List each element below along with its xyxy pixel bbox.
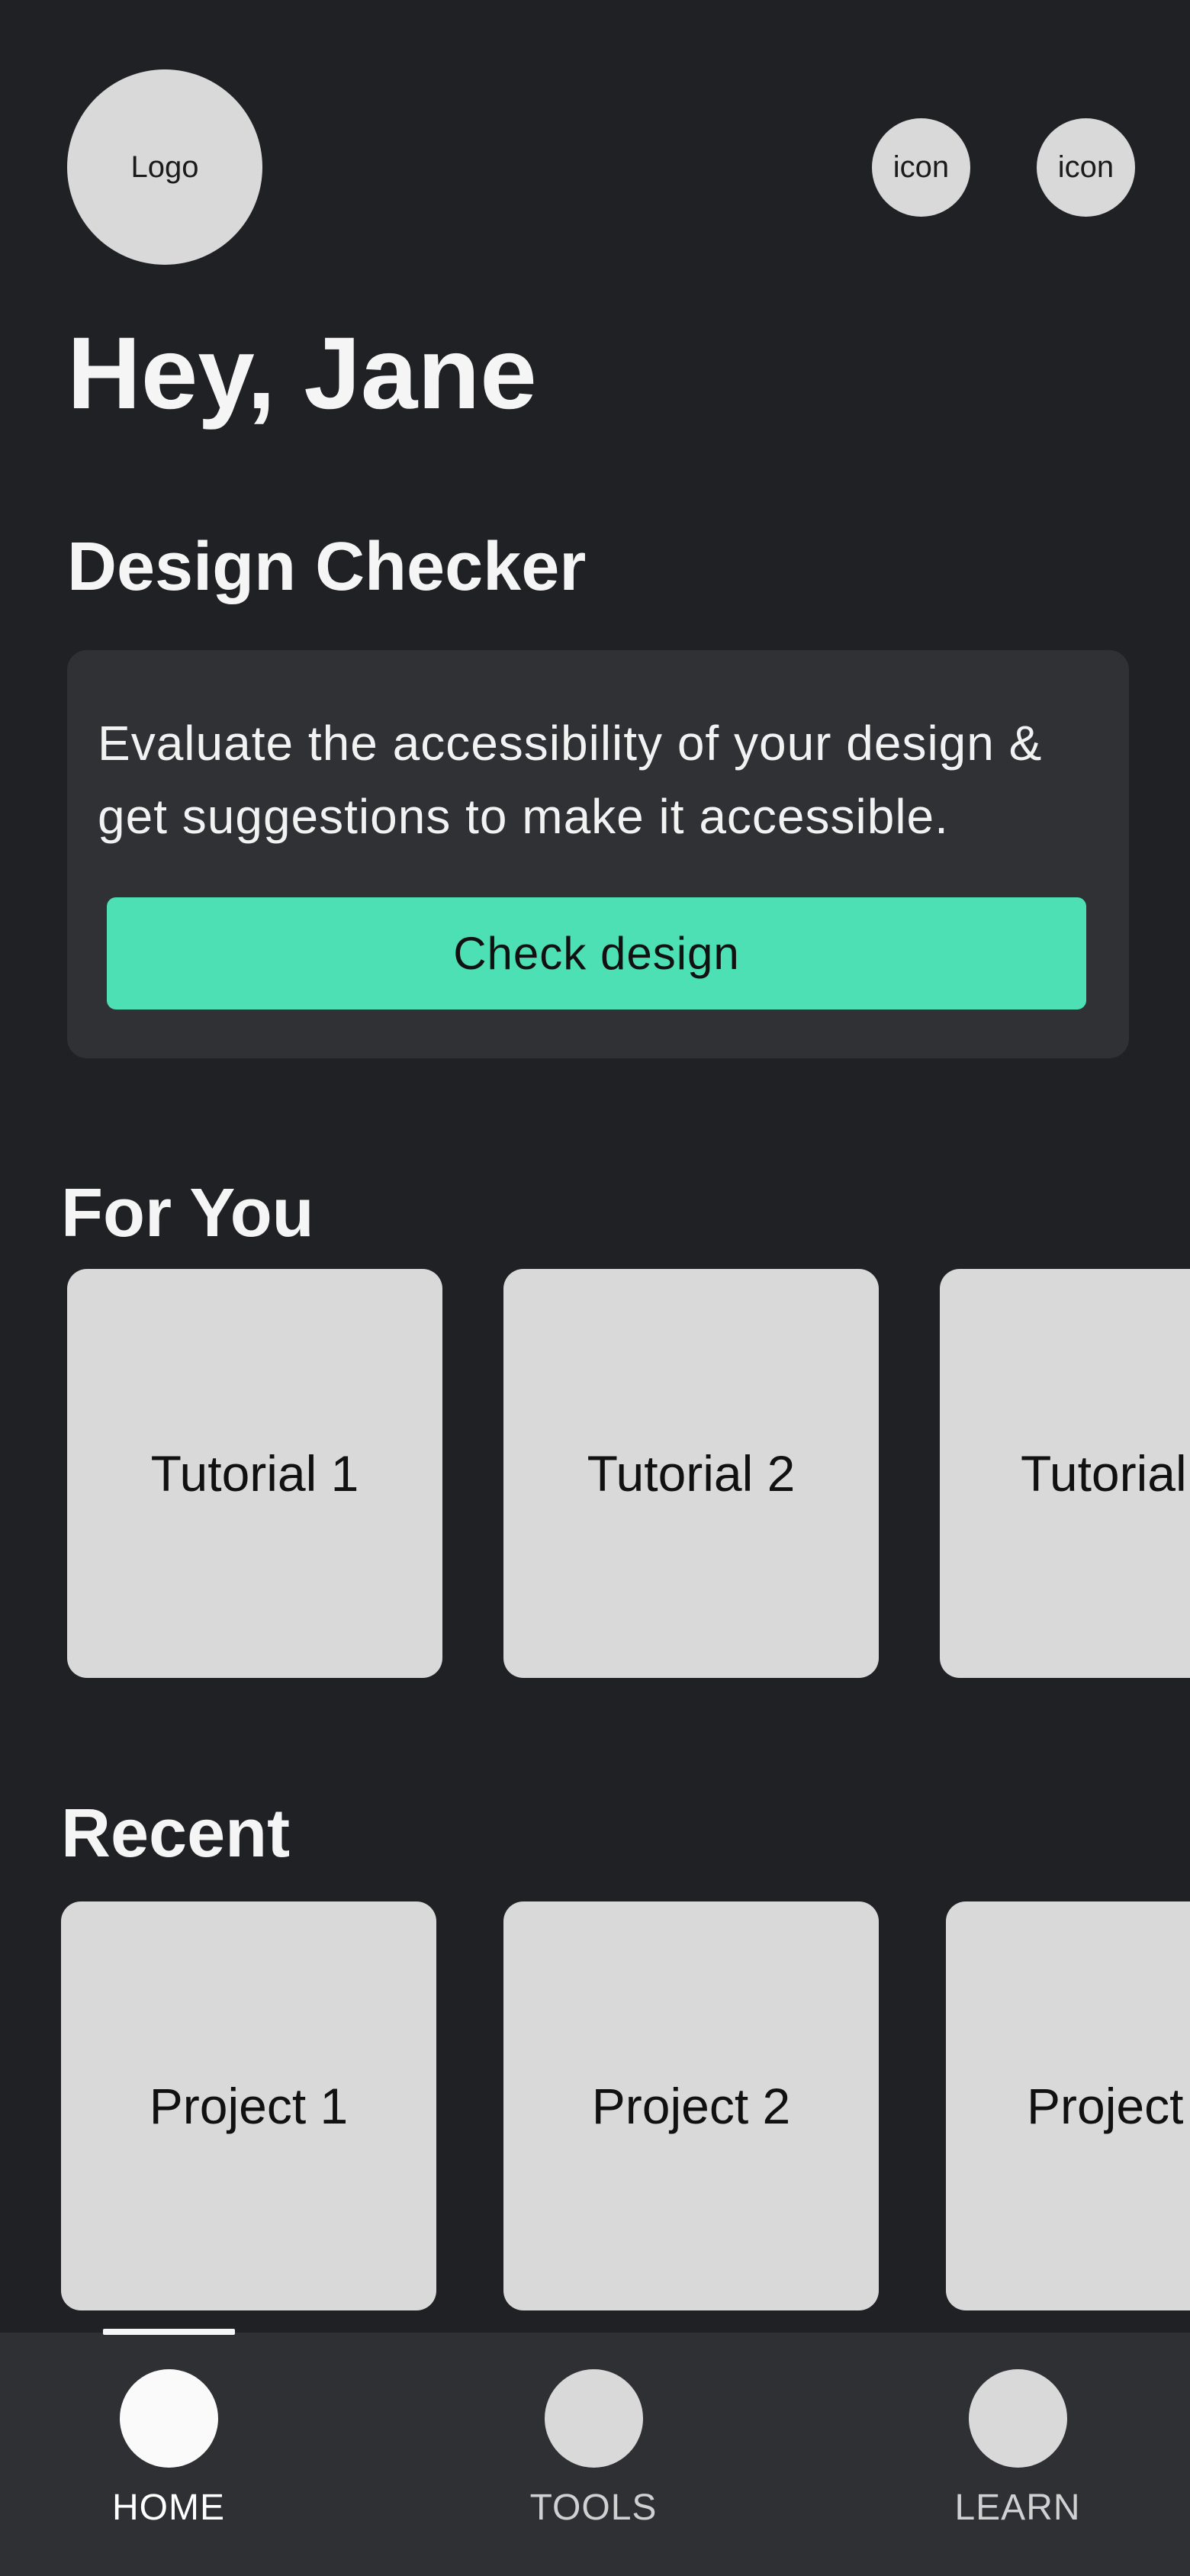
logo: Logo — [67, 69, 262, 265]
project-card-label: Project 1 — [149, 2078, 349, 2134]
nav-item-label: HOME — [112, 2487, 225, 2528]
tools-icon — [545, 2369, 643, 2468]
design-checker-title: Design Checker — [67, 529, 587, 605]
nav-item-tools[interactable]: TOOLS — [479, 2369, 708, 2537]
tutorial-card-label: Tutorial 1 — [150, 1445, 359, 1502]
tutorial-card[interactable]: Tutorial 2 — [503, 1269, 879, 1678]
logo-label: Logo — [130, 150, 199, 184]
nav-item-label: TOOLS — [529, 2487, 658, 2528]
learn-icon — [969, 2369, 1067, 2468]
recent-title: Recent — [61, 1795, 291, 1872]
project-card-label: Project 2 — [591, 2078, 791, 2134]
active-tab-indicator — [103, 2329, 235, 2335]
project-card-label: Project 3 — [1027, 2078, 1190, 2134]
nav-item-label: LEARN — [954, 2487, 1081, 2528]
greeting-heading: Hey, Jane — [67, 317, 537, 430]
project-card[interactable]: Project 1 — [61, 1901, 436, 2310]
placeholder-icon: icon — [892, 150, 950, 184]
tutorial-card-label: Tutorial 2 — [587, 1445, 796, 1502]
home-screen: Logo icon icon Hey, Jane Design Checker … — [0, 0, 1190, 2576]
placeholder-icon: icon — [1057, 150, 1114, 184]
project-card[interactable]: Project 2 — [503, 1901, 879, 2310]
design-checker-description: Evaluate the accessibility of your desig… — [98, 716, 1043, 844]
nav-item-learn[interactable]: LEARN — [903, 2369, 1132, 2537]
home-icon — [120, 2369, 218, 2468]
tutorial-card-label: Tutorial 3 — [1021, 1445, 1190, 1502]
header-icon-button-1[interactable]: icon — [872, 118, 970, 217]
header-icon-button-2[interactable]: icon — [1037, 118, 1135, 217]
for-you-title: For You — [61, 1175, 314, 1251]
nav-item-home[interactable]: HOME — [54, 2369, 283, 2537]
tutorial-card[interactable]: Tutorial 1 — [67, 1269, 442, 1678]
project-card[interactable]: Project 3 — [946, 1901, 1190, 2310]
check-design-button-label: Check design — [453, 928, 740, 979]
check-design-button[interactable]: Check design — [107, 897, 1086, 1009]
tutorial-card[interactable]: Tutorial 3 — [940, 1269, 1190, 1678]
